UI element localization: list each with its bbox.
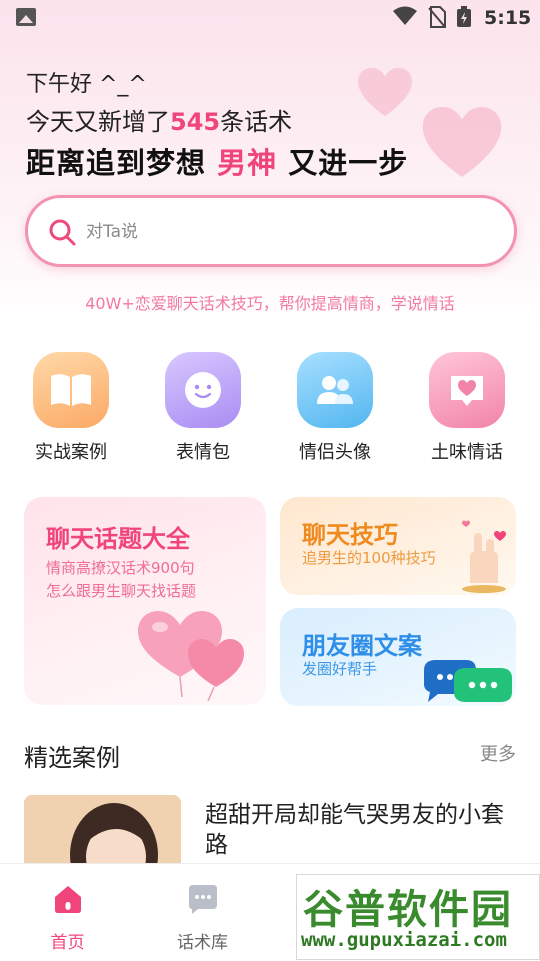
clock-time: 5:15 [484, 7, 532, 29]
card-title: 朋友圈文案 [302, 632, 422, 660]
case-thumbnail[interactable] [24, 795, 181, 865]
card-subtitle: 发圈好帮手 [302, 660, 378, 678]
card-moments-copy[interactable]: 朋友圈文案 发圈好帮手 [280, 608, 516, 706]
card-title: 聊天话题大全 [46, 525, 190, 553]
watermark-logo: 谷普软件园 www.gupuxiazai.com [296, 874, 540, 960]
search-bar[interactable] [25, 195, 517, 267]
category-stickers[interactable]: 表情包 [148, 352, 258, 464]
category-label: 情侣头像 [299, 442, 371, 463]
decorative-heart-icon [358, 67, 412, 117]
category-couple-avatars[interactable]: 情侣头像 [280, 352, 390, 464]
card-subtitle: 情商高撩汉话术900句 怎么跟男生聊天找话题 [46, 557, 196, 603]
slogan-highlight: 男神 [217, 146, 278, 180]
new-scripts-line: 今天又新增了545条话术 [26, 102, 292, 137]
status-bar: 5:15 [0, 0, 540, 36]
slogan-suffix: 又进一步 [288, 146, 409, 180]
couple-avatar-icon [297, 352, 373, 428]
home-icon [54, 886, 81, 913]
no-sim-icon [428, 6, 446, 28]
new-scripts-suffix: 条话术 [220, 108, 293, 136]
decorative-heart-icon [422, 107, 502, 177]
tab-home[interactable]: 首页 [0, 864, 135, 953]
chat-bubble-icon [188, 885, 217, 914]
category-cheesy-lines[interactable]: 土味情话 [412, 352, 522, 464]
smiley-face-icon [165, 352, 241, 428]
category-label: 表情包 [176, 442, 230, 463]
new-scripts-count: 545 [170, 108, 221, 136]
heart-message-icon [429, 352, 505, 428]
tab-script-library[interactable]: 话术库 [135, 864, 270, 953]
card-subtitle-line: 怎么跟男生聊天找话题 [46, 582, 197, 600]
finger-heart-hand-icon [462, 520, 506, 593]
tab-label: 话术库 [177, 933, 228, 953]
card-subtitle: 追男生的100种技巧 [302, 549, 436, 567]
open-book-icon [33, 352, 109, 428]
gallery-notification-icon [16, 8, 36, 26]
category-cases[interactable]: 实战案例 [16, 352, 126, 464]
card-subtitle-line: 情商高撩汉话术900句 [46, 559, 195, 577]
search-icon [49, 219, 76, 246]
section-title: 精选案例 [24, 744, 120, 772]
battery-charging-icon [457, 6, 471, 27]
card-title: 聊天技巧 [302, 521, 398, 549]
heart-balloons-icon [138, 611, 244, 702]
tagline: 40W+恋爱聊天话术技巧，帮你提高情商，学说情话 [85, 294, 455, 313]
search-input[interactable] [84, 214, 488, 250]
wifi-icon [393, 6, 417, 25]
case-title[interactable]: 超甜开局却能气哭男友的小套路 [205, 800, 525, 860]
greeting-text: 下午好 ^_^ [26, 72, 147, 97]
slogan-line: 距离追到梦想 男神 又进一步 [26, 140, 408, 182]
card-chat-topics[interactable]: 聊天话题大全 情商高撩汉话术900句 怎么跟男生聊天找话题 [24, 497, 266, 705]
category-label: 实战案例 [35, 442, 107, 463]
more-link[interactable]: 更多 [480, 740, 516, 766]
card-chat-skills[interactable]: 聊天技巧 追男生的100种技巧 [280, 497, 516, 595]
new-scripts-prefix: 今天又新增了 [26, 108, 170, 136]
category-label: 土味情话 [431, 442, 503, 463]
watermark-logo-text: 谷普软件园 [303, 887, 513, 933]
tab-label: 首页 [50, 933, 85, 953]
slogan-prefix: 距离追到梦想 [26, 146, 207, 180]
watermark-url: www.gupuxiazai.com [301, 929, 507, 951]
chat-bubbles-icon [424, 660, 512, 702]
